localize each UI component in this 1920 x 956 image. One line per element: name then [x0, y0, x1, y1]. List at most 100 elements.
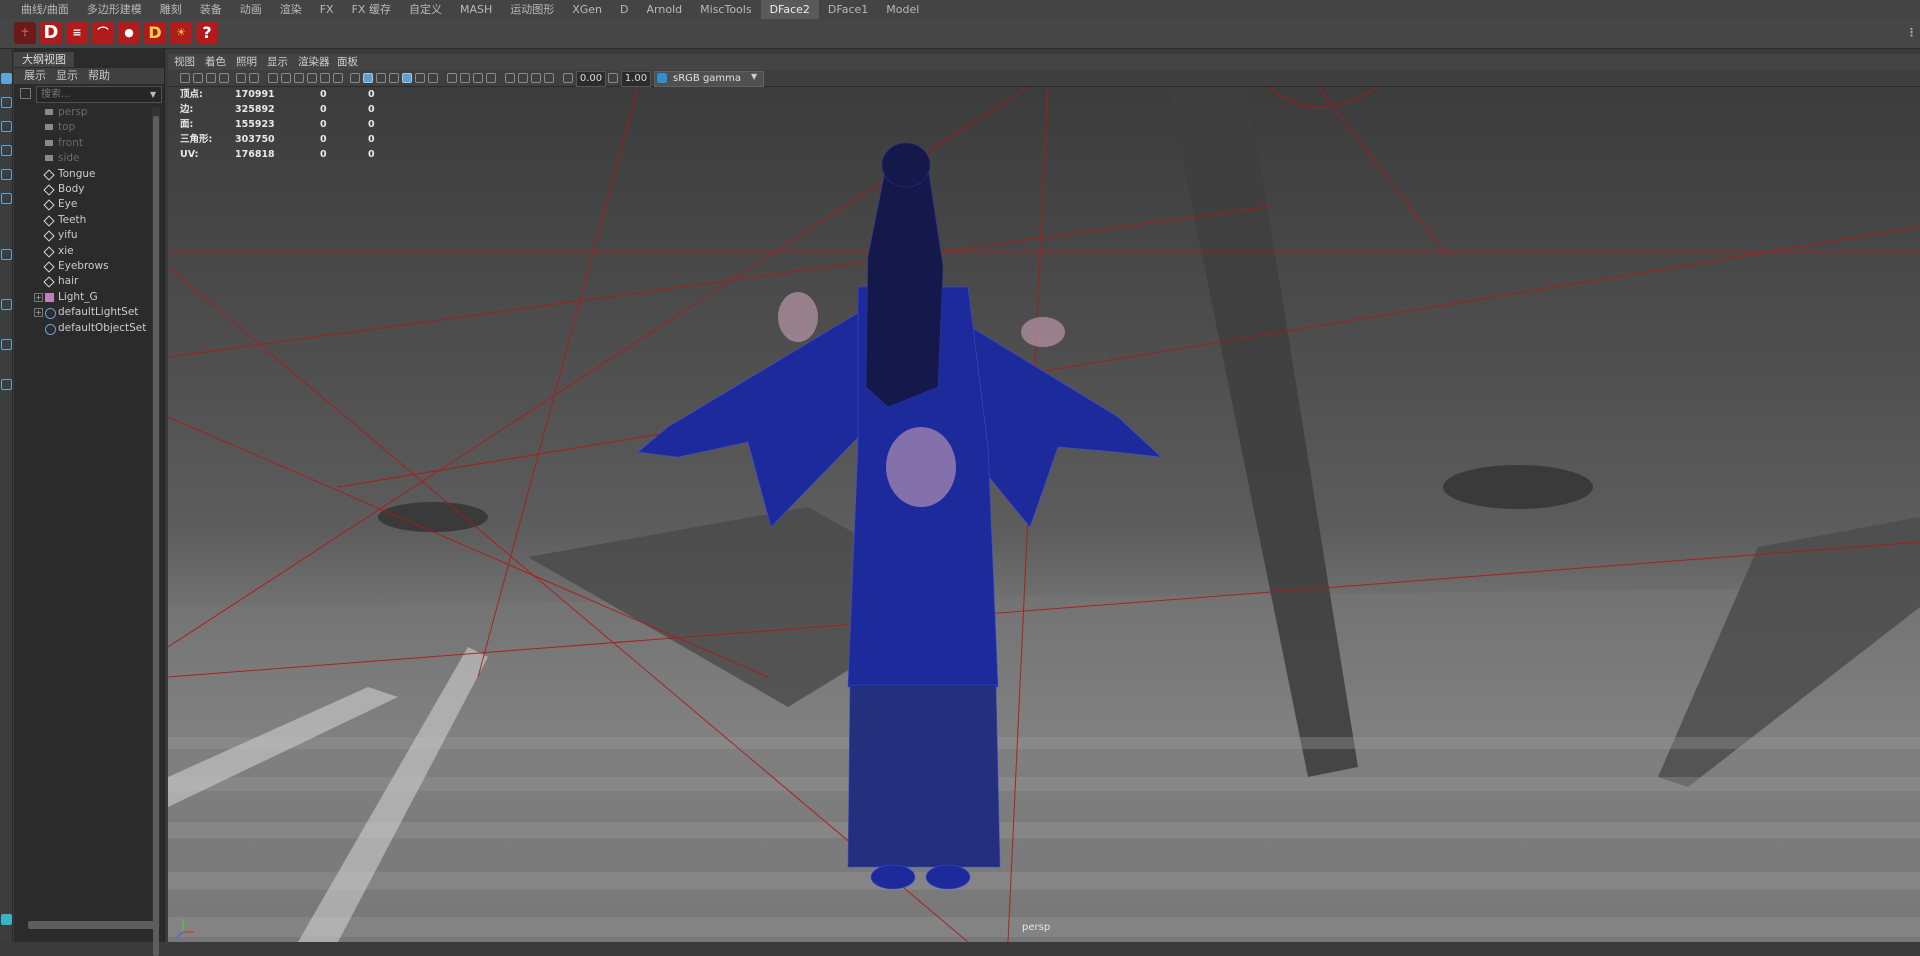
viewport-3d[interactable]: 顶点: 170991 0 0 边: 325892 0 0 面: 155923 0 0 三角形: 30375… [168, 87, 1920, 942]
outliner-item-side[interactable]: side [14, 151, 150, 166]
camera-attributes-icon[interactable] [193, 73, 203, 83]
outliner-search-input[interactable]: 搜索... [36, 86, 162, 103]
isolate-select-icon[interactable] [505, 73, 515, 83]
motion-blur-icon[interactable] [460, 73, 470, 83]
shelf-tab[interactable]: 动画 [231, 0, 271, 19]
outliner-item-defaultobjectset[interactable]: defaultObjectSet [14, 321, 150, 336]
rotate-tool-icon[interactable] [1, 169, 12, 180]
shelf-tab[interactable]: XGen [563, 0, 611, 19]
select-tool-icon[interactable] [1, 73, 12, 84]
shelf-tab[interactable]: 运动图形 [501, 0, 563, 19]
lightbulb-icon[interactable]: ☀ [170, 22, 192, 44]
color-management-icon[interactable] [657, 73, 667, 83]
layout-outliner-icon[interactable] [1, 379, 12, 390]
wireframe-icon[interactable] [350, 73, 360, 83]
paint-select-icon[interactable] [1, 121, 12, 132]
shelf-tab[interactable]: 装备 [191, 0, 231, 19]
body-figure-icon[interactable]: ☥ [14, 22, 36, 44]
outliner-item-hair[interactable]: hair [14, 274, 150, 289]
shelf-tab[interactable]: Model [877, 0, 928, 19]
xray-joints-icon[interactable] [531, 73, 541, 83]
shelf-tab[interactable]: 自定义 [400, 0, 451, 19]
shadows-icon[interactable] [428, 73, 438, 83]
image-plane-icon[interactable] [219, 73, 229, 83]
d-tool-icon[interactable]: D [40, 22, 62, 44]
outliner-item-defaultlightset[interactable]: + defaultLightSet [14, 305, 150, 320]
layout-quad-icon[interactable] [1, 299, 12, 310]
search-dropdown-icon[interactable]: ▼ [150, 90, 156, 99]
outliner-item-body[interactable]: Body [14, 182, 150, 197]
filter-icon[interactable] [20, 88, 31, 99]
outliner-item-eyebrows[interactable]: Eyebrows [14, 259, 150, 274]
menu-panels[interactable]: 面板 [337, 54, 358, 70]
expand-icon[interactable]: + [34, 308, 43, 318]
resolution-gate-icon[interactable] [281, 73, 291, 83]
shelf-tab[interactable]: D [611, 0, 637, 19]
layout-two-icon[interactable] [1, 339, 12, 350]
shelf-tab[interactable]: DFace1 [819, 0, 877, 19]
shelf-tab[interactable]: 多边形建模 [78, 0, 151, 19]
outliner-menu-help[interactable]: 帮助 [88, 68, 110, 84]
gamma-field[interactable]: 1.00 [621, 71, 651, 87]
grease-pencil-icon[interactable] [236, 73, 246, 83]
depth-of-field-icon[interactable] [486, 73, 496, 83]
outliner-item-teeth[interactable]: Teeth [14, 213, 150, 228]
shelf-tab[interactable]: FX 缓存 [343, 0, 400, 19]
move-tool-icon[interactable] [1, 145, 12, 156]
outliner-item-top[interactable]: top [14, 120, 150, 135]
outliner-item-xie[interactable]: xie [14, 244, 150, 259]
shelf-tab[interactable]: MiscTools [691, 0, 760, 19]
xray-components-icon[interactable] [544, 73, 554, 83]
maya-m-icon[interactable] [1, 914, 12, 925]
film-gate-icon[interactable] [268, 73, 278, 83]
eyebrow-curve-icon[interactable]: ⌒ [92, 22, 114, 44]
menu-view[interactable]: 视图 [174, 54, 195, 70]
gamma-icon[interactable] [608, 73, 618, 83]
shelf-tab[interactable]: FX [311, 0, 343, 19]
outliner-item-yifu[interactable]: yifu [14, 228, 150, 243]
shelf-tab[interactable]: MASH [451, 0, 501, 19]
ambient-occlusion-icon[interactable] [447, 73, 457, 83]
default-material-icon[interactable] [376, 73, 386, 83]
shelf-tab[interactable]: DFace2 [760, 0, 819, 19]
wireframe-on-shaded-icon[interactable] [389, 73, 399, 83]
lasso-tool-icon[interactable] [1, 97, 12, 108]
shelf-tab[interactable]: 雕刻 [151, 0, 191, 19]
outliner-item-front[interactable]: front [14, 136, 150, 151]
menu-renderer[interactable]: 渲染器 [298, 54, 330, 70]
menu-show[interactable]: 显示 [267, 54, 288, 70]
menu-lighting[interactable]: 照明 [236, 54, 257, 70]
shelf-tab[interactable]: 渲染 [271, 0, 311, 19]
outliner-item-tongue[interactable]: Tongue [14, 167, 150, 182]
mouth-icon[interactable]: ● [118, 22, 140, 44]
expand-icon[interactable]: + [34, 292, 43, 302]
lights-icon[interactable] [415, 73, 425, 83]
outliner-item-light_g[interactable]: + Light_G [14, 290, 150, 305]
outliner-menu-display[interactable]: 显示 [56, 68, 78, 84]
camera-select-icon[interactable] [180, 73, 190, 83]
shelf-tab[interactable]: Arnold [638, 0, 692, 19]
smooth-shade-icon[interactable] [363, 73, 373, 83]
shelf-options-icon[interactable]: ⋮ [1906, 22, 1917, 44]
help-question-icon[interactable]: ? [196, 22, 218, 44]
layout-single-icon[interactable] [1, 249, 12, 260]
gate-mask-icon[interactable] [294, 73, 304, 83]
textured-icon[interactable] [402, 73, 412, 83]
xray-icon[interactable] [518, 73, 528, 83]
color-space-dropdown[interactable]: sRGB gamma [654, 71, 764, 87]
outliner-item-eye[interactable]: Eye [14, 197, 150, 212]
hair-lines-icon[interactable]: ≡ [66, 22, 88, 44]
field-chart-icon[interactable] [307, 73, 317, 83]
outliner-menu-show[interactable]: 展示 [24, 68, 46, 84]
bookmark-icon[interactable] [206, 73, 216, 83]
safe-title-icon[interactable] [333, 73, 343, 83]
menu-shading[interactable]: 着色 [205, 54, 226, 70]
shelf-tab[interactable]: 曲线/曲面 [12, 0, 78, 19]
outliner-vscroll-thumb[interactable] [153, 116, 159, 956]
exposure-icon[interactable] [563, 73, 573, 83]
outliner-item-persp[interactable]: persp [14, 105, 150, 120]
scale-tool-icon[interactable] [1, 193, 12, 204]
d-plugin-icon[interactable]: D [144, 22, 166, 44]
grid-toggle-icon[interactable] [249, 73, 259, 83]
outliner-hscroll[interactable] [28, 921, 156, 929]
